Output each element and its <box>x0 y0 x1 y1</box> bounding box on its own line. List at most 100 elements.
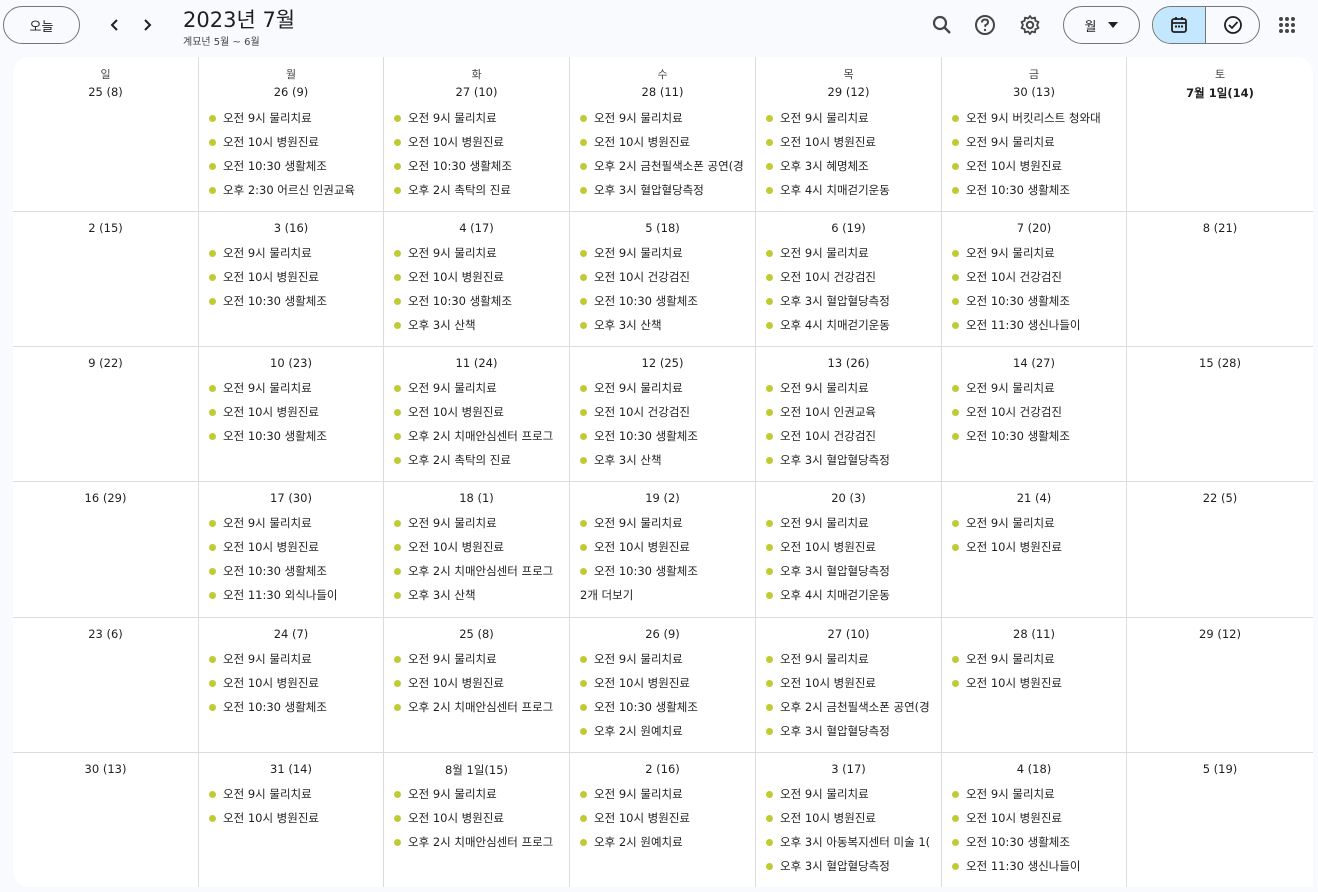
calendar-event[interactable]: 오후 2시 원예치료 <box>580 832 752 852</box>
day-number[interactable]: 25 (8) <box>384 627 569 641</box>
day-cell[interactable]: 7 (20) 오전 9시 물리치료 오전 10시 건강검진 오전 10:30 생활체조… <box>942 212 1127 346</box>
calendar-event[interactable]: 오전 9시 물리치료 <box>766 513 938 533</box>
day-cell[interactable]: 10 (23) 오전 9시 물리치료 오전 10시 병원진료 오전 10:30 생활체… <box>199 347 384 481</box>
calendar-event[interactable]: 오후 4시 치매걷기운동 <box>766 585 938 605</box>
calendar-event[interactable]: 오전 10:30 생활체조 <box>952 291 1124 311</box>
calendar-event[interactable]: 오전 10:30 생활체조 <box>209 697 381 717</box>
calendar-event[interactable]: 오전 9시 물리치료 <box>766 243 938 263</box>
day-cell[interactable]: 29 (12) <box>1127 618 1313 752</box>
calendar-event[interactable]: 오후 4시 치매걷기운동 <box>766 180 938 200</box>
search-button[interactable] <box>926 9 958 41</box>
day-number[interactable]: 26 (9) <box>199 85 383 99</box>
calendar-event[interactable]: 오전 9시 물리치료 <box>952 243 1124 263</box>
calendar-event[interactable]: 오후 2시 치매안심센터 프로그 <box>394 426 566 446</box>
calendar-event[interactable]: 오전 10:30 생활체조 <box>209 561 381 581</box>
day-cell[interactable]: 5 (18) 오전 9시 물리치료 오전 10시 건강검진 오전 10:30 생활체조… <box>570 212 756 346</box>
day-cell[interactable]: 화 27 (10) 오전 9시 물리치료 오전 10시 병원진료 오전 10:30 생활… <box>384 57 570 211</box>
calendar-event[interactable]: 오전 10시 병원진료 <box>580 673 752 693</box>
calendar-event[interactable]: 오전 10시 건강검진 <box>766 267 938 287</box>
day-number[interactable]: 15 (28) <box>1127 356 1313 370</box>
calendar-event[interactable]: 오전 9시 물리치료 <box>394 784 566 804</box>
day-cell[interactable]: 2 (16) 오전 9시 물리치료 오전 10시 병원진료 오후 2시 원예치료 <box>570 753 756 887</box>
day-cell[interactable]: 19 (2) 오전 9시 물리치료 오전 10시 병원진료 오전 10:30 생활체조… <box>570 482 756 617</box>
day-number[interactable]: 8월 1일(15) <box>384 762 569 778</box>
day-number[interactable]: 2 (16) <box>570 762 755 776</box>
calendar-event[interactable]: 오전 9시 물리치료 <box>209 243 381 263</box>
day-cell[interactable]: 14 (27) 오전 9시 물리치료 오전 10시 건강검진 오전 10:30 생활체… <box>942 347 1127 481</box>
calendar-event[interactable]: 오전 9시 물리치료 <box>580 513 752 533</box>
calendar-event[interactable]: 오전 10시 병원진료 <box>766 808 938 828</box>
calendar-event[interactable]: 오전 10시 병원진료 <box>580 132 752 152</box>
calendar-event[interactable]: 오후 4시 치매걷기운동 <box>766 315 938 335</box>
calendar-event[interactable]: 오전 11:30 생신나들이 <box>952 315 1124 335</box>
day-number[interactable]: 3 (17) <box>756 762 941 776</box>
calendar-event[interactable]: 오전 10:30 생활체조 <box>580 697 752 717</box>
calendar-event[interactable]: 오전 10시 건강검진 <box>766 426 938 446</box>
calendar-event[interactable]: 오전 9시 물리치료 <box>952 378 1124 398</box>
calendar-event[interactable]: 오전 10시 인권교육 <box>766 402 938 422</box>
day-cell[interactable]: 18 (1) 오전 9시 물리치료 오전 10시 병원진료 오후 2시 치매안심센터 … <box>384 482 570 617</box>
calendar-event[interactable]: 오전 10시 병원진료 <box>394 402 566 422</box>
calendar-event[interactable]: 오후 3시 산책 <box>580 315 752 335</box>
day-cell[interactable]: 17 (30) 오전 9시 물리치료 오전 10시 병원진료 오전 10:30 생활체… <box>199 482 384 617</box>
calendar-event[interactable]: 오전 9시 물리치료 <box>209 108 381 128</box>
help-button[interactable] <box>969 9 1001 41</box>
calendar-event[interactable]: 오전 10:30 생활체조 <box>580 426 752 446</box>
calendar-event[interactable]: 오전 10시 병원진료 <box>209 673 381 693</box>
calendar-event[interactable]: 오후 2시 치매안심센터 프로그 <box>394 697 566 717</box>
tasks-view-button[interactable] <box>1206 7 1259 43</box>
day-cell[interactable]: 2 (15) <box>13 212 199 346</box>
day-cell[interactable]: 5 (19) <box>1127 753 1313 887</box>
calendar-event[interactable]: 오전 9시 물리치료 <box>952 649 1124 669</box>
day-cell[interactable]: 26 (9) 오전 9시 물리치료 오전 10시 병원진료 오전 10:30 생활체조… <box>570 618 756 752</box>
calendar-event[interactable]: 오전 10:30 생활체조 <box>952 180 1124 200</box>
calendar-event[interactable]: 오전 9시 물리치료 <box>766 784 938 804</box>
day-cell[interactable]: 수 28 (11) 오전 9시 물리치료 오전 10시 병원진료 오후 2시 금천필색소… <box>570 57 756 211</box>
calendar-event[interactable]: 오전 9시 물리치료 <box>580 784 752 804</box>
day-cell[interactable]: 30 (13) <box>13 753 199 887</box>
calendar-event[interactable]: 오전 9시 물리치료 <box>394 649 566 669</box>
calendar-event[interactable]: 오전 10:30 생활체조 <box>394 156 566 176</box>
day-cell[interactable]: 21 (4) 오전 9시 물리치료 오전 10시 병원진료 <box>942 482 1127 617</box>
calendar-event[interactable]: 오전 10시 병원진료 <box>952 537 1124 557</box>
calendar-event[interactable]: 오전 10:30 생활체조 <box>209 426 381 446</box>
calendar-event[interactable]: 오전 10시 건강검진 <box>952 267 1124 287</box>
day-cell[interactable]: 8 (21) <box>1127 212 1313 346</box>
day-cell[interactable]: 목 29 (12) 오전 9시 물리치료 오전 10시 병원진료 오후 3시 혜명체조 오… <box>756 57 942 211</box>
calendar-view-button[interactable] <box>1153 7 1207 43</box>
calendar-event[interactable]: 오후 3시 산책 <box>394 315 566 335</box>
day-cell[interactable]: 13 (26) 오전 9시 물리치료 오전 10시 인권교육 오전 10시 건강검진 오… <box>756 347 942 481</box>
day-cell[interactable]: 27 (10) 오전 9시 물리치료 오전 10시 병원진료 오후 2시 금천필색소폰… <box>756 618 942 752</box>
day-number[interactable]: 10 (23) <box>199 356 383 370</box>
day-number[interactable]: 20 (3) <box>756 491 941 505</box>
today-button[interactable]: 오늘 <box>3 6 80 44</box>
calendar-event[interactable]: 오후 3시 산책 <box>580 450 752 470</box>
calendar-event[interactable]: 오전 10시 병원진료 <box>952 808 1124 828</box>
day-cell[interactable]: 6 (19) 오전 9시 물리치료 오전 10시 건강검진 오후 3시 혈압혈당측정 오… <box>756 212 942 346</box>
day-cell[interactable]: 일 25 (8) <box>13 57 199 211</box>
day-cell[interactable]: 20 (3) 오전 9시 물리치료 오전 10시 병원진료 오후 3시 혈압혈당측정 오… <box>756 482 942 617</box>
calendar-event[interactable]: 오후 3시 아동복지센터 미술 1( <box>766 832 938 852</box>
day-number[interactable]: 25 (8) <box>13 85 198 99</box>
day-number[interactable]: 26 (9) <box>570 627 755 641</box>
calendar-event[interactable]: 오후 3시 산책 <box>394 585 566 605</box>
day-number[interactable]: 27 (10) <box>756 627 941 641</box>
day-number[interactable]: 3 (16) <box>199 221 383 235</box>
view-selector[interactable]: 월 <box>1063 6 1140 44</box>
day-number[interactable]: 30 (13) <box>13 762 198 776</box>
calendar-event[interactable]: 오전 10시 병원진료 <box>209 132 381 152</box>
calendar-event[interactable]: 오전 10시 병원진료 <box>209 402 381 422</box>
calendar-event[interactable]: 오전 10시 병원진료 <box>580 537 752 557</box>
day-number[interactable]: 5 (19) <box>1127 762 1313 776</box>
day-cell[interactable]: 25 (8) 오전 9시 물리치료 오전 10시 병원진료 오후 2시 치매안심센터 … <box>384 618 570 752</box>
day-number[interactable]: 31 (14) <box>199 762 383 776</box>
calendar-event[interactable]: 오전 9시 물리치료 <box>209 784 381 804</box>
day-number[interactable]: 7월 1일(14) <box>1127 85 1313 101</box>
calendar-event[interactable]: 오전 9시 물리치료 <box>394 378 566 398</box>
calendar-event[interactable]: 오전 9시 물리치료 <box>580 243 752 263</box>
day-number[interactable]: 11 (24) <box>384 356 569 370</box>
day-number[interactable]: 14 (27) <box>942 356 1126 370</box>
calendar-event[interactable]: 오후 2시 금천필색소폰 공연(경 <box>580 156 752 176</box>
day-number[interactable]: 19 (2) <box>570 491 755 505</box>
calendar-event[interactable]: 오후 2시 금천필색소폰 공연(경 <box>766 697 938 717</box>
